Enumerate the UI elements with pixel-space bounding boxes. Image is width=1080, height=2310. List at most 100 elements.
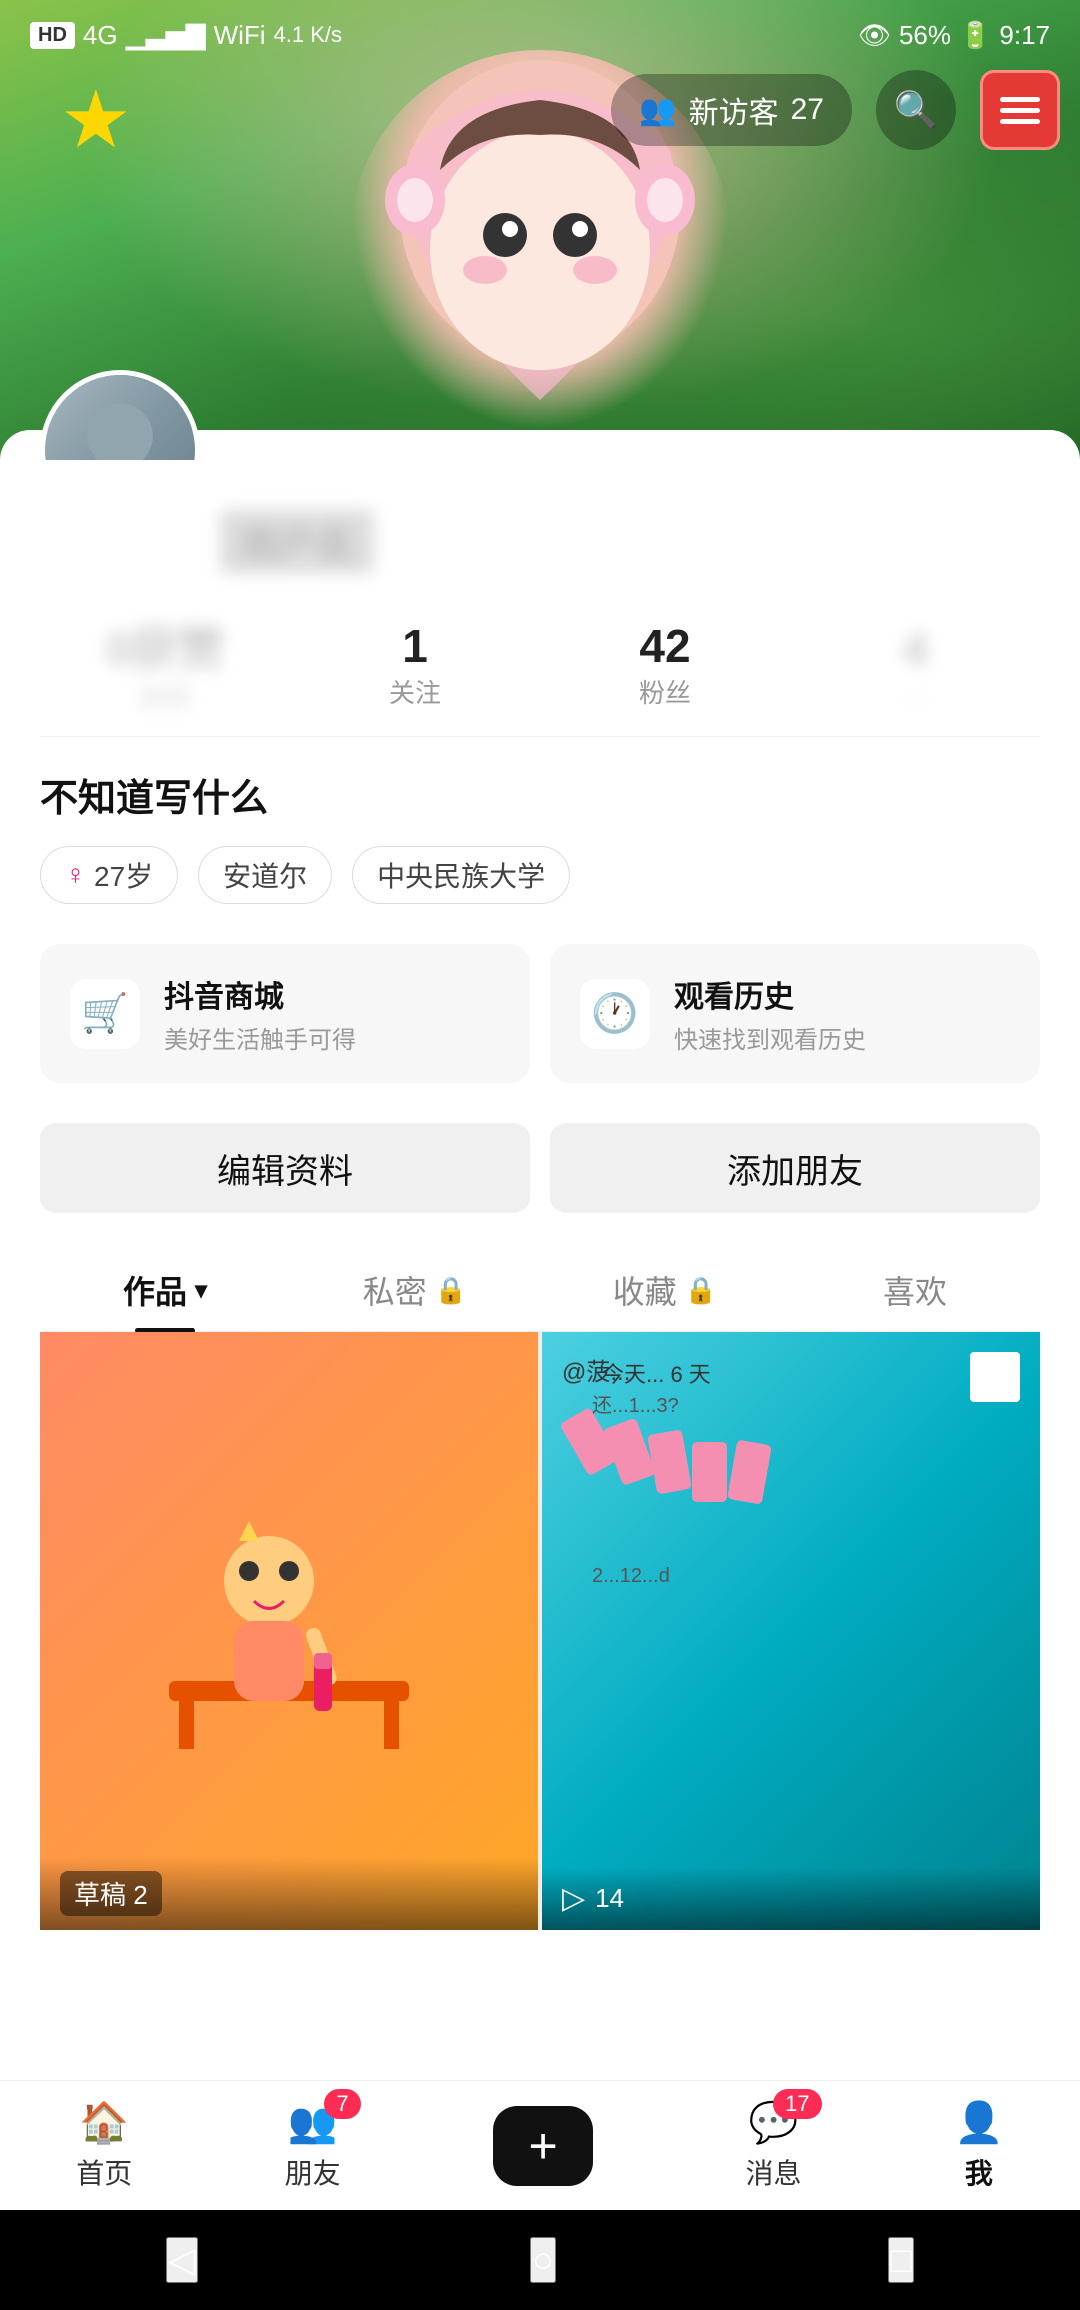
visitors-button[interactable]: 👥 新访客 27 bbox=[611, 74, 852, 146]
white-square-decoration bbox=[970, 1352, 1020, 1402]
age-text: 27岁 bbox=[94, 855, 153, 895]
hd-badge: HD bbox=[30, 22, 75, 49]
svg-text:2...12...d: 2...12...d bbox=[592, 1565, 670, 1587]
stats-row: 0获赞 获赞 1 关注 42 粉丝 4 ... bbox=[40, 583, 1040, 737]
home-icon: 🏠 bbox=[79, 2099, 129, 2146]
bio-text: 不知道写什么 bbox=[40, 767, 1040, 822]
edit-profile-button[interactable]: 编辑资料 bbox=[40, 1123, 530, 1213]
battery-icon: 🔋 bbox=[959, 20, 991, 51]
tabs-bar: 作品 ▾ 私密 🔒 收藏 🔒 喜欢 bbox=[40, 1243, 1040, 1332]
time-display: 9:17 bbox=[999, 20, 1050, 51]
svg-text:还...1...3?: 还...1...3? bbox=[592, 1394, 679, 1417]
hamburger-icon bbox=[1000, 95, 1040, 125]
nav-messages[interactable]: 💬 消息 17 bbox=[746, 2099, 802, 2192]
likes-label: 获赞 bbox=[40, 679, 290, 716]
signal-bars: ▁▃▅▇ bbox=[126, 20, 206, 51]
me-icon: 👤 bbox=[954, 2099, 1004, 2146]
menu-button[interactable] bbox=[980, 70, 1060, 150]
history-title: 观看历史 bbox=[674, 972, 866, 1016]
location-text: 安道尔 bbox=[223, 855, 307, 895]
tab-works[interactable]: 作品 ▾ bbox=[40, 1243, 290, 1331]
nav-me-label: 我 bbox=[965, 2152, 993, 2192]
nav-add[interactable]: + bbox=[493, 2106, 593, 2186]
nav-home[interactable]: 🏠 首页 bbox=[76, 2099, 132, 2192]
history-card[interactable]: 🕐 观看历史 快速找到观看历史 bbox=[550, 944, 1040, 1083]
status-right: 👁 56% 🔋 9:17 bbox=[858, 20, 1050, 51]
tab-private-label: 私密 bbox=[363, 1267, 427, 1313]
stat-following[interactable]: 1 关注 bbox=[290, 619, 540, 710]
friends-badge: 7 bbox=[324, 2089, 360, 2119]
shop-title: 抖音商城 bbox=[164, 972, 356, 1016]
visitors-count: 27 bbox=[791, 93, 824, 127]
android-navigation: ◁ ○ □ bbox=[0, 2210, 1080, 2310]
grid-item-video[interactable]: 今天... 6 天 还...1...3? 2...12...d @菠... ▷ … bbox=[542, 1332, 1040, 1930]
play-icon: ▷ bbox=[562, 1881, 585, 1916]
nav-me[interactable]: 👤 我 bbox=[954, 2099, 1004, 2192]
stat-likes[interactable]: 0获赞 获赞 bbox=[40, 613, 290, 716]
tab-arrow-icon: ▾ bbox=[195, 1276, 207, 1305]
back-button[interactable]: ◁ bbox=[166, 2237, 198, 2283]
nav-friends[interactable]: 👥 朋友 7 bbox=[285, 2099, 341, 2192]
add-button[interactable]: + bbox=[493, 2106, 593, 2186]
gender-icon: ♀ bbox=[65, 859, 86, 891]
following-label: 关注 bbox=[290, 673, 540, 710]
grid-thumb-video: 今天... 6 天 还...1...3? 2...12...d @菠... bbox=[542, 1332, 1040, 1930]
signal-4g: 4G bbox=[83, 20, 118, 51]
add-friend-button[interactable]: 添加朋友 bbox=[550, 1123, 1040, 1213]
search-button[interactable]: 🔍 bbox=[876, 70, 956, 150]
play-count-text: 14 bbox=[595, 1883, 624, 1914]
history-subtitle: 快速找到观看历史 bbox=[674, 1020, 866, 1055]
search-icon: 🔍 bbox=[894, 89, 939, 131]
profile-card: 用户名 0获赞 获赞 1 关注 42 粉丝 4 ... 不知道写什么 ♀ 27岁 bbox=[0, 430, 1080, 2190]
grid-thumb-draft bbox=[40, 1332, 538, 1930]
nav-home-label: 首页 bbox=[76, 2152, 132, 2192]
content-grid: 草稿 2 今天... 6 天 还...1...3? 2...12...d bbox=[40, 1332, 1040, 1930]
extra-label: ... bbox=[790, 676, 1040, 707]
stat-followers[interactable]: 42 粉丝 bbox=[540, 619, 790, 710]
draft-badge: 草稿 2 bbox=[60, 1871, 162, 1916]
nav-friends-label: 朋友 bbox=[285, 2152, 341, 2192]
followers-label: 粉丝 bbox=[540, 673, 790, 710]
messages-badge: 17 bbox=[773, 2089, 821, 2119]
tab-likes[interactable]: 喜欢 bbox=[790, 1243, 1040, 1331]
status-left: HD 4G ▁▃▅▇ WiFi 4.1 K/s bbox=[30, 20, 342, 51]
draft-overlay: 草稿 2 bbox=[40, 1857, 538, 1930]
quick-actions: 🛒 抖音商城 美好生活触手可得 🕐 观看历史 快速找到观看历史 bbox=[40, 924, 1040, 1103]
shop-subtitle: 美好生活触手可得 bbox=[164, 1020, 356, 1055]
status-bar: HD 4G ▁▃▅▇ WiFi 4.1 K/s 👁 56% 🔋 9:17 bbox=[0, 0, 1080, 70]
tag-location[interactable]: 安道尔 bbox=[198, 846, 332, 904]
header-action-bar: 👥 新访客 27 🔍 bbox=[0, 70, 1080, 150]
stat-extra[interactable]: 4 ... bbox=[790, 622, 1040, 707]
tags-row: ♀ 27岁 安道尔 中央民族大学 bbox=[40, 846, 1040, 904]
tab-favorites[interactable]: 收藏 🔒 bbox=[540, 1243, 790, 1331]
school-text: 中央民族大学 bbox=[377, 855, 545, 895]
extra-value: 4 bbox=[790, 622, 1040, 676]
tag-school[interactable]: 中央民族大学 bbox=[352, 846, 570, 904]
battery-percent: 56% bbox=[899, 20, 951, 51]
mention-text: @菠... bbox=[562, 1352, 630, 1387]
action-buttons: 编辑资料 添加朋友 bbox=[40, 1103, 1040, 1243]
eye-icon: 👁 bbox=[858, 20, 891, 51]
home-button[interactable]: ○ bbox=[530, 2237, 556, 2283]
lock-icon-private: 🔒 bbox=[435, 1275, 467, 1306]
visitors-label: 新访客 bbox=[689, 88, 779, 132]
grid-item-draft[interactable]: 草稿 2 bbox=[40, 1332, 538, 1930]
likes-value: 0获赞 bbox=[40, 613, 290, 679]
tab-favorites-label: 收藏 bbox=[613, 1267, 677, 1313]
tab-private[interactable]: 私密 🔒 bbox=[290, 1243, 540, 1331]
history-icon: 🕐 bbox=[580, 979, 650, 1049]
video-overlay: ▷ 14 bbox=[542, 1867, 1040, 1930]
followers-value: 42 bbox=[540, 619, 790, 673]
username-blurred: 用户名 bbox=[220, 510, 374, 573]
bottom-navigation: 🏠 首页 👥 朋友 7 + 💬 消息 17 👤 我 bbox=[0, 2080, 1080, 2210]
network-speed: 4.1 K/s bbox=[274, 22, 342, 48]
recent-button[interactable]: □ bbox=[888, 2237, 914, 2283]
bio-section: 不知道写什么 ♀ 27岁 安道尔 中央民族大学 bbox=[40, 737, 1040, 924]
wifi-icon: WiFi bbox=[214, 20, 266, 51]
shop-icon: 🛒 bbox=[70, 979, 140, 1049]
shop-card[interactable]: 🛒 抖音商城 美好生活触手可得 bbox=[40, 944, 530, 1083]
following-value: 1 bbox=[290, 619, 540, 673]
tag-gender-age[interactable]: ♀ 27岁 bbox=[40, 846, 178, 904]
nav-messages-label: 消息 bbox=[746, 2152, 802, 2192]
visitors-icon: 👥 bbox=[639, 93, 676, 128]
